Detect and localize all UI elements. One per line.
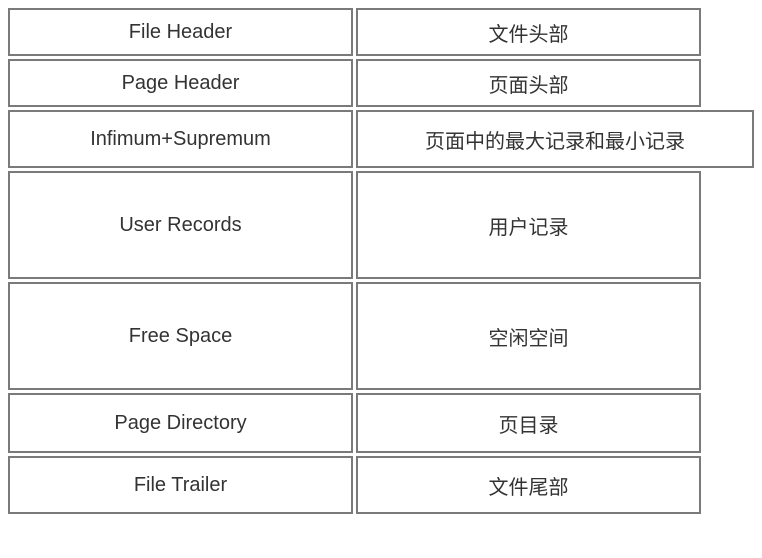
table-row: Page Header 页面头部: [8, 59, 754, 107]
cell-english: User Records: [8, 171, 353, 279]
cell-english: File Trailer: [8, 456, 353, 514]
cell-chinese: 页面中的最大记录和最小记录: [356, 110, 754, 168]
cell-chinese: 文件尾部: [356, 456, 701, 514]
cell-chinese: 页面头部: [356, 59, 701, 107]
cell-english: Infimum+Supremum: [8, 110, 353, 168]
cell-chinese: 文件头部: [356, 8, 701, 56]
table-row: Free Space 空闲空间: [8, 282, 754, 390]
cell-english: Free Space: [8, 282, 353, 390]
table-row: Page Directory 页目录: [8, 393, 754, 453]
table-row: File Header 文件头部: [8, 8, 754, 56]
cell-chinese: 空闲空间: [356, 282, 701, 390]
table-row: File Trailer 文件尾部: [8, 456, 754, 514]
cell-english: Page Header: [8, 59, 353, 107]
page-structure-table: File Header 文件头部 Page Header 页面头部 Infimu…: [8, 8, 754, 514]
cell-english: Page Directory: [8, 393, 353, 453]
cell-english: File Header: [8, 8, 353, 56]
cell-chinese: 页目录: [356, 393, 701, 453]
table-row: Infimum+Supremum 页面中的最大记录和最小记录: [8, 110, 754, 168]
cell-chinese: 用户记录: [356, 171, 701, 279]
table-row: User Records 用户记录: [8, 171, 754, 279]
